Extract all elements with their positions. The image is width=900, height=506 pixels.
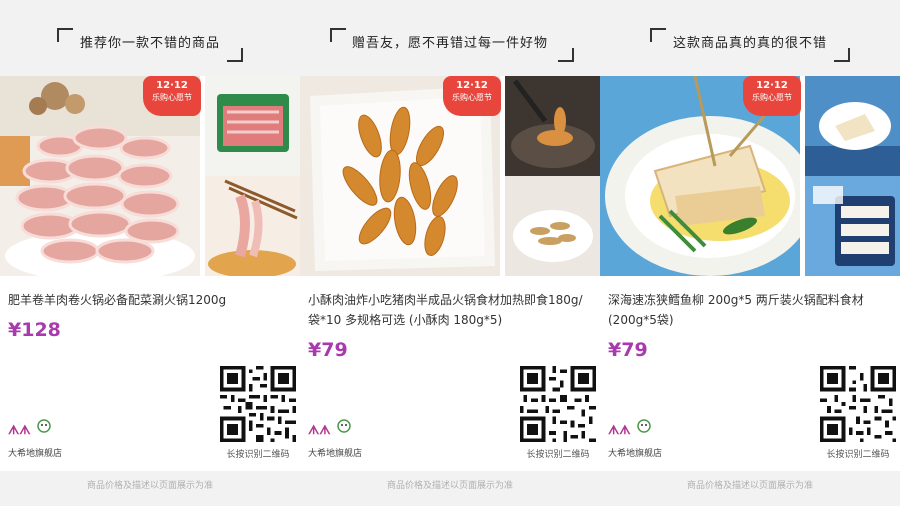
slogan-quote: 赠吾友，愿不再错过每一件好物 <box>300 18 600 62</box>
store-name[interactable]: 大希地旗舰店 <box>608 446 662 459</box>
hotpot-chopsticks-image <box>205 176 300 276</box>
product-poster-2: 赠吾友，愿不再错过每一件好物 12·12 乐购心愿节 小酥肉油炸小吃猪肉半成品火… <box>300 0 600 506</box>
product-price: ¥79 <box>608 339 648 361</box>
product-image-gallery[interactable]: 12·12 乐购心愿节 <box>300 76 600 276</box>
store-name[interactable]: 大希地旗舰店 <box>308 446 362 459</box>
close-quote-mark-icon <box>227 48 243 62</box>
promo-badge-date: 12·12 <box>756 80 788 91</box>
close-quote-mark-icon <box>558 48 574 62</box>
product-card[interactable]: 12·12 乐购心愿节 肥羊卷羊肉卷火锅必备配菜涮火锅1200g ¥128 ᗑᗑ… <box>0 76 300 471</box>
fried-pork-bowl-image <box>505 176 600 276</box>
qr-code-icon[interactable] <box>520 366 596 442</box>
price-disclaimer: 商品价格及描述以页面展示为准 <box>686 481 813 491</box>
promo-badge-date: 12·12 <box>456 80 488 91</box>
close-quote-mark-icon <box>834 48 850 62</box>
product-image-gallery[interactable]: 12·12 乐购心愿节 <box>0 76 300 276</box>
product-price: ¥79 <box>308 339 348 361</box>
cod-plate-image <box>805 76 900 176</box>
product-poster-1: 推荐你一款不错的商品 12·12 乐购心愿节 肥羊卷羊肉卷火锅必备配菜涮火锅12… <box>0 0 300 506</box>
price-disclaimer: 商品价格及描述以页面展示为准 <box>86 481 213 491</box>
svg-text:ᗑᗑ: ᗑᗑ <box>8 423 31 437</box>
promo-badge: 12·12 乐购心愿节 <box>143 76 201 116</box>
svg-text:ᗑᗑ: ᗑᗑ <box>608 423 631 437</box>
qr-scan-hint: 长按识别二维码 <box>526 450 590 460</box>
promo-badge-label: 乐购心愿节 <box>152 93 192 102</box>
slogan-header: 推荐你一款不错的商品 <box>0 0 300 74</box>
promo-badge: 12·12 乐购心愿节 <box>443 76 501 116</box>
qr-scan-hint: 长按识别二维码 <box>226 450 290 460</box>
product-title[interactable]: 肥羊卷羊肉卷火锅必备配菜涮火锅1200g <box>8 290 294 310</box>
slogan-text: 这款商品真的真的很不错 <box>672 36 827 51</box>
promo-badge: 12·12 乐购心愿节 <box>743 76 801 116</box>
product-card[interactable]: 12·12 乐购心愿节 深海速冻狭鳕鱼柳 200g*5 两斤装火锅配料食材 (2… <box>600 76 900 471</box>
slogan-quote: 推荐你一款不错的商品 <box>0 18 300 62</box>
slogan-text: 推荐你一款不错的商品 <box>79 36 220 51</box>
store-logo-icon: ᗑᗑ <box>308 419 351 437</box>
slogan-text: 赠吾友，愿不再错过每一件好物 <box>351 36 548 51</box>
fried-pork-spoon-image <box>505 76 600 176</box>
slogan-quote: 这款商品真的真的很不错 <box>600 18 900 62</box>
product-price: ¥128 <box>8 319 61 341</box>
store-name[interactable]: 大希地旗舰店 <box>8 446 62 459</box>
promo-badge-label: 乐购心愿节 <box>452 93 492 102</box>
promo-badge-date: 12·12 <box>156 80 188 91</box>
product-title[interactable]: 深海速冻狭鳕鱼柳 200g*5 两斤装火锅配料食材 (200g*5袋) <box>608 290 894 330</box>
store-logo-icon: ᗑᗑ <box>608 419 651 437</box>
lamb-package-image <box>205 76 300 176</box>
product-image-gallery[interactable]: 12·12 乐购心愿节 <box>600 76 900 276</box>
promo-badge-label: 乐购心愿节 <box>752 93 792 102</box>
qr-scan-hint: 长按识别二维码 <box>826 450 890 460</box>
cod-package-image <box>805 176 900 276</box>
qr-code-icon[interactable] <box>820 366 896 442</box>
store-logo-icon: ᗑᗑ <box>8 419 51 437</box>
product-poster-3: 这款商品真的真的很不错 12·12 乐购心愿节 深海速冻狭鳕鱼柳 200g*5 … <box>600 0 900 506</box>
qr-code-icon[interactable] <box>220 366 296 442</box>
slogan-header: 这款商品真的真的很不错 <box>600 0 900 74</box>
price-disclaimer: 商品价格及描述以页面展示为准 <box>386 481 513 491</box>
poster-row: 推荐你一款不错的商品 12·12 乐购心愿节 肥羊卷羊肉卷火锅必备配菜涮火锅12… <box>0 0 900 506</box>
svg-text:ᗑᗑ: ᗑᗑ <box>308 423 331 437</box>
product-card[interactable]: 12·12 乐购心愿节 小酥肉油炸小吃猪肉半成品火锅食材加热即食180g/袋*1… <box>300 76 600 471</box>
product-title[interactable]: 小酥肉油炸小吃猪肉半成品火锅食材加热即食180g/袋*10 多规格可选 (小酥肉… <box>308 290 594 330</box>
slogan-header: 赠吾友，愿不再错过每一件好物 <box>300 0 600 74</box>
